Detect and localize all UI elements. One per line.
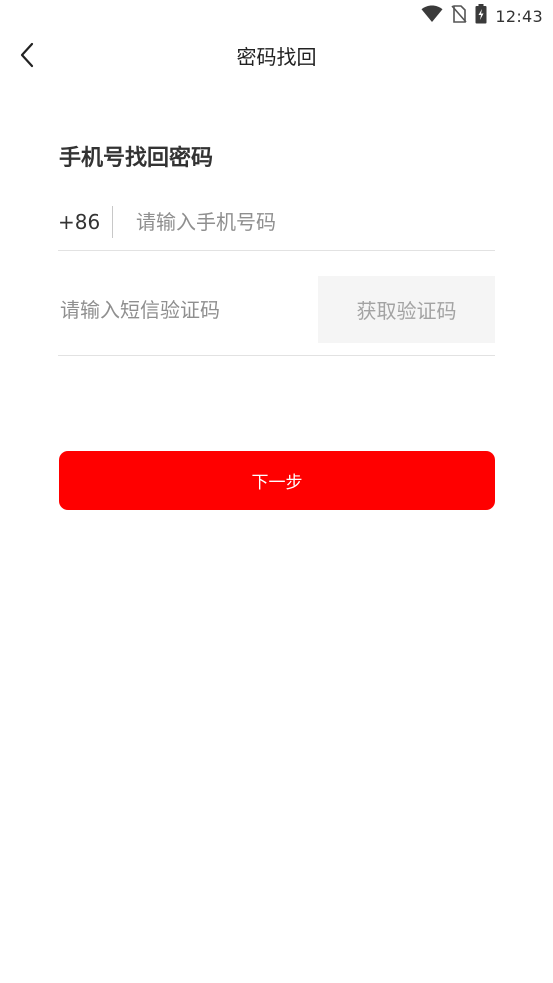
nav-bar: 密码找回: [0, 32, 553, 82]
page-title: 密码找回: [236, 45, 317, 69]
status-bar: 12:43: [0, 0, 553, 32]
status-icons: 12:43: [421, 4, 543, 28]
phone-input[interactable]: [136, 204, 486, 240]
no-sim-icon: [451, 5, 467, 27]
wifi-icon: [421, 5, 443, 27]
phone-row: +86: [58, 196, 495, 251]
section-heading: 手机号找回密码: [59, 146, 214, 171]
country-code: +86: [58, 210, 101, 234]
get-code-button[interactable]: 获取验证码: [318, 276, 495, 343]
next-button[interactable]: 下一步: [59, 451, 495, 510]
country-code-divider: [112, 206, 113, 238]
battery-charging-icon: [475, 4, 487, 28]
sms-code-row: 获取验证码: [58, 274, 495, 356]
sms-code-input[interactable]: [60, 292, 310, 328]
status-time: 12:43: [495, 6, 543, 26]
